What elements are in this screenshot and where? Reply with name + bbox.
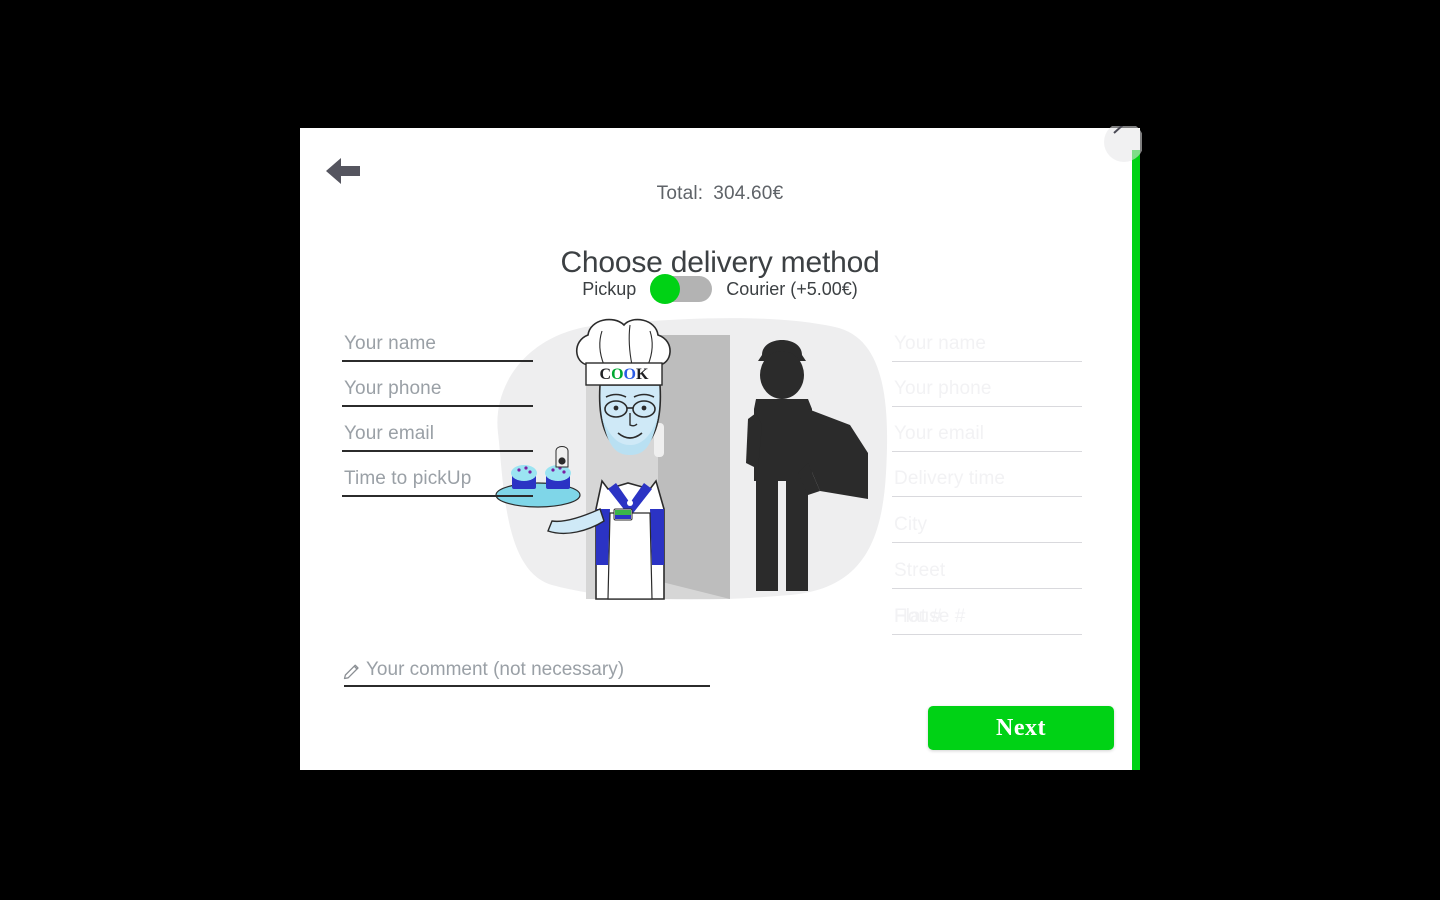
page-title: Choose delivery method (560, 246, 880, 280)
total-label: Total: (656, 183, 704, 204)
courier-field-delivery-time-placeholder: Delivery time (894, 468, 1006, 489)
field-underline (892, 542, 1082, 543)
courier-field-street-placeholder: Street (894, 560, 946, 581)
courier-field-your-phone-placeholder: Your phone (894, 378, 992, 399)
field-underline (344, 685, 710, 687)
courier-field-city: City (892, 509, 1082, 543)
courier-field-delivery-time: Delivery time (892, 463, 1082, 497)
field-your-name-placeholder: Your name (344, 333, 437, 354)
delivery-method-toggle-row: Pickup Courier (+5.00€) (300, 274, 1140, 304)
courier-field-city-placeholder: City (894, 514, 928, 535)
vertical-scrollbar[interactable] (1132, 150, 1140, 770)
courier-field-your-name: Your name (892, 328, 1082, 362)
field-your-phone[interactable]: Your phone (342, 373, 533, 407)
field-underline (342, 495, 533, 497)
courier-field-your-name-placeholder: Your name (894, 333, 987, 354)
field-comment-placeholder: Your comment (not necessary) (366, 659, 625, 680)
courier-field-your-email: Your email (892, 418, 1082, 452)
field-your-email-placeholder: Your email (344, 423, 435, 444)
field-underline (892, 451, 1082, 452)
field-pickup-time[interactable]: Time to pickUp (342, 463, 533, 497)
field-underline (892, 634, 1082, 635)
badge-disc (1104, 126, 1142, 162)
next-button[interactable]: Next (928, 706, 1114, 750)
svg-text:COOK: COOK (600, 366, 649, 383)
corner-cursor-badge (1104, 126, 1142, 164)
field-underline (342, 405, 533, 407)
field-your-phone-placeholder: Your phone (344, 378, 442, 399)
courier-field-flat-number: Flat # (892, 601, 1082, 635)
toggle-label-pickup[interactable]: Pickup (582, 279, 636, 300)
courier-field-your-email-placeholder: Your email (894, 423, 985, 444)
field-underline (892, 496, 1082, 497)
field-comment[interactable]: Your comment (not necessary) (342, 653, 710, 687)
field-underline (892, 361, 1082, 362)
courier-field-flat-number-placeholder: Flat # (894, 606, 943, 627)
total-value: 304.60€ (713, 183, 784, 204)
courier-field-street: Street (892, 555, 1082, 589)
field-pickup-time-placeholder: Time to pickUp (344, 468, 472, 489)
order-total: Total: 304.60€ (300, 183, 1140, 205)
delivery-method-toggle[interactable] (650, 274, 713, 304)
courier-field-your-phone: Your phone (892, 373, 1082, 407)
field-underline (892, 406, 1082, 407)
toggle-knob (650, 274, 681, 304)
field-underline (892, 588, 1082, 589)
field-underline (342, 360, 533, 362)
pencil-icon (342, 662, 361, 681)
toggle-label-courier[interactable]: Courier (+5.00€) (726, 279, 858, 300)
field-your-email[interactable]: Your email (342, 418, 533, 452)
field-underline (342, 450, 533, 452)
field-your-name[interactable]: Your name (342, 328, 533, 362)
delivery-method-card: Total: 304.60€ Choose delivery method Pic… (300, 128, 1140, 770)
delivery-illustration: COOK (490, 313, 890, 603)
